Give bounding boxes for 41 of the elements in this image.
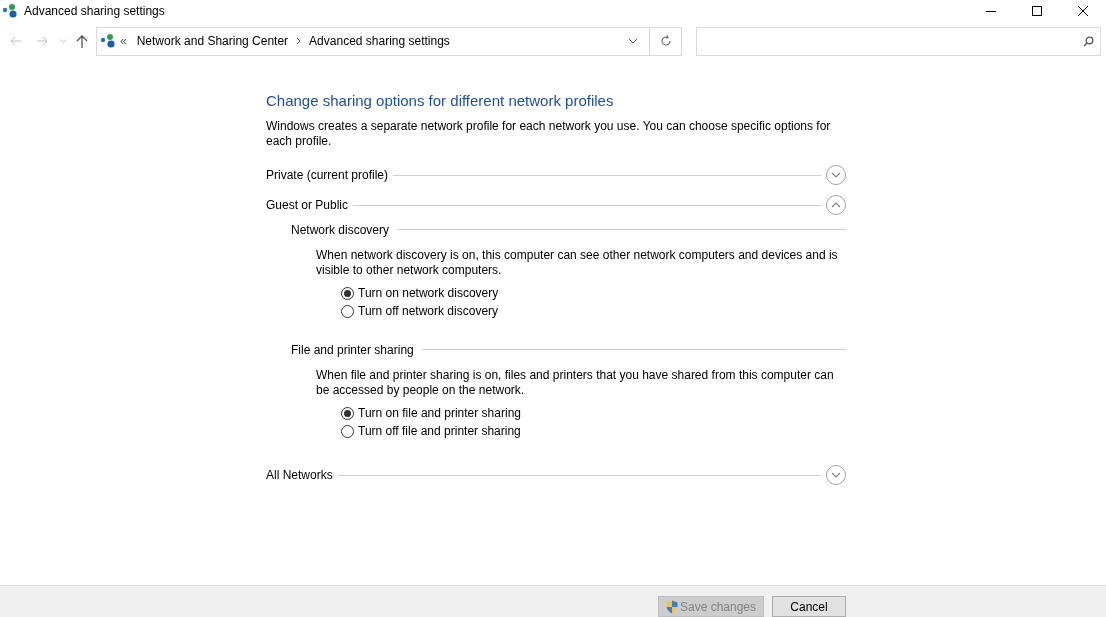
right-arrow-icon [36, 36, 48, 46]
address-bar[interactable]: « Network and Sharing Center Advanced sharing settings [96, 26, 682, 56]
network-icon [100, 33, 116, 49]
breadcrumb-separator-icon [296, 37, 302, 45]
radio-label: Turn on network discovery [358, 285, 499, 302]
radio-label: Turn off network discovery [358, 303, 499, 320]
radio-button[interactable] [341, 286, 354, 300]
network-icon [2, 3, 18, 19]
section-title: File and printer sharing [291, 341, 414, 359]
breadcrumb-item[interactable]: Network and Sharing Center [136, 32, 289, 50]
chevron-down-icon [831, 171, 841, 178]
chevron-down-icon [59, 39, 67, 43]
up-arrow-icon [76, 34, 88, 48]
radio-label: Turn on file and printer sharing [358, 405, 521, 422]
breadcrumb-item[interactable]: Advanced sharing settings [309, 32, 450, 50]
search-field[interactable] [696, 26, 1101, 56]
chevron-down-icon [831, 471, 841, 478]
radio-button[interactable] [341, 406, 354, 420]
overflow-chevron[interactable]: « [120, 32, 127, 50]
section-description: When network discovery is on, this computer can see other network computers and devices and is visible to other network computers. [316, 247, 839, 278]
radio-button[interactable] [341, 304, 354, 318]
section-description: When file and printer sharing is on, files and printers that you have shared from this computer can be accessed by people on the network. [316, 367, 835, 398]
window-title: Advanced sharing settings [24, 3, 165, 20]
intro-text: Windows creates a separate network profile for each network you use. You can choose specific options for each profile. [266, 118, 832, 149]
close-icon [1078, 6, 1088, 16]
left-arrow-icon [10, 36, 22, 46]
search-icon [1083, 35, 1094, 47]
refresh-icon [659, 35, 672, 47]
profile-header[interactable]: All Networks [266, 465, 333, 484]
cancel-button[interactable]: Cancel [772, 596, 846, 617]
maximize-icon [1032, 6, 1042, 16]
profile-header[interactable]: Guest or Public [266, 195, 349, 214]
chevron-down-icon [628, 38, 638, 44]
section-title: Network discovery [291, 221, 390, 239]
shield-icon [665, 599, 678, 614]
page-heading: Change sharing options for different network profiles [266, 91, 615, 111]
profile-header[interactable]: Private (current profile) [266, 165, 389, 184]
radio-button[interactable] [341, 424, 354, 438]
radio-label: Turn off file and printer sharing [358, 423, 521, 440]
minimize-icon [986, 10, 996, 12]
chevron-up-icon [831, 201, 841, 208]
